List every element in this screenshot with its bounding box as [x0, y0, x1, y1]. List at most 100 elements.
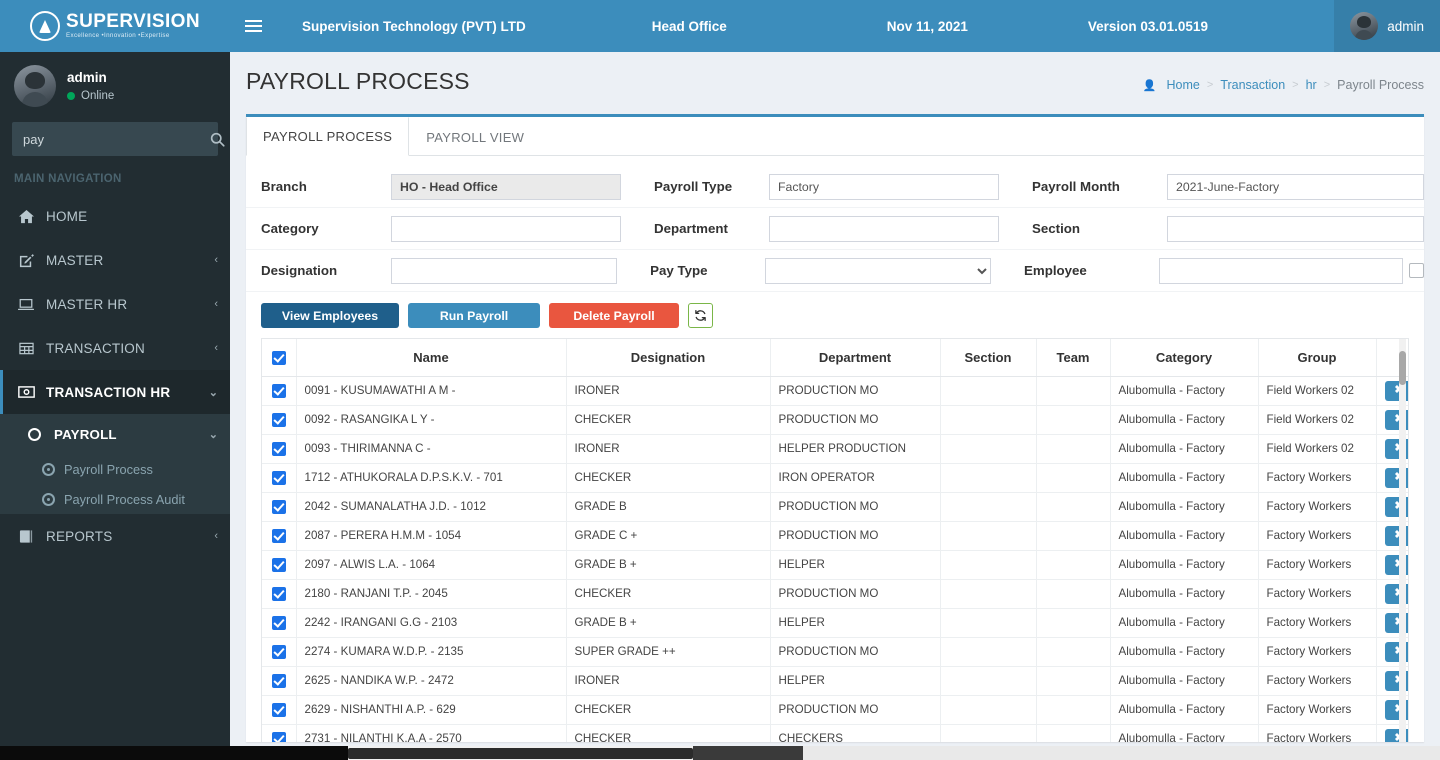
money-icon: [17, 385, 35, 399]
breadcrumb-home[interactable]: Home: [1167, 78, 1200, 92]
scrollbar-thumb[interactable]: [1399, 351, 1406, 385]
sidebar-item-reports[interactable]: REPORTS ‹: [0, 514, 230, 558]
table-row[interactable]: 1712 - ATHUKORALA D.P.S.K.V. - 701 CHECKE…: [262, 463, 1408, 493]
search-input[interactable]: [12, 131, 210, 147]
scrollbar-track-left: [0, 746, 348, 760]
filter-form: Branch HO - Head Office Payroll Type Fac…: [246, 156, 1424, 338]
table-vertical-scrollbar[interactable]: [1399, 339, 1406, 742]
cell-team: [1036, 666, 1111, 696]
row-checkbox-cell: [262, 492, 297, 522]
app-root: SUPERVISION Excellence •Innovation •Expe…: [0, 0, 1440, 760]
search-button[interactable]: [210, 122, 225, 156]
hamburger-icon[interactable]: [230, 0, 276, 52]
pay-type-select[interactable]: [765, 257, 991, 284]
table-row[interactable]: 2629 - NISHANTHI A.P. - 629 CHECKER PRODUC…: [262, 695, 1408, 725]
view-employees-button[interactable]: View Employees: [261, 303, 399, 328]
sidebar-item-payroll[interactable]: PAYROLL ⌄: [0, 414, 230, 454]
table-row[interactable]: 0093 - THIRIMANNA C - IRONER HELPER PRODUC…: [262, 434, 1408, 464]
payroll-month-field[interactable]: 2021-June-Factory: [1167, 173, 1424, 200]
row-checkbox[interactable]: [271, 731, 286, 742]
sidebar-item-payroll-process[interactable]: Payroll Process: [0, 454, 230, 484]
table-row[interactable]: 2042 - SUMANALATHA J.D. - 1012 GRADE B PRO…: [262, 492, 1408, 522]
table-row[interactable]: 0091 - KUSUMAWATHI A M - IRONER PRODUCTION…: [262, 376, 1408, 406]
cell-designation: IRONER: [566, 376, 771, 406]
row-checkbox[interactable]: [271, 586, 286, 601]
sidebar-item-transaction[interactable]: TRANSACTION ‹: [0, 326, 230, 370]
column-header-section[interactable]: Section: [940, 339, 1037, 377]
cell-department: HELPER: [770, 666, 941, 696]
employee-checkbox[interactable]: [1409, 263, 1424, 278]
sidebar-item-label: PAYROLL: [54, 426, 117, 442]
horizontal-scrollbar[interactable]: [0, 746, 1440, 760]
row-checkbox[interactable]: [271, 615, 286, 630]
brand-logo[interactable]: SUPERVISION Excellence •Innovation •Expe…: [0, 0, 230, 52]
column-header-department[interactable]: Department: [770, 339, 941, 377]
table-row[interactable]: 0092 - RASANGIKA L Y - CHECKER PRODUCTION …: [262, 405, 1408, 435]
row-checkbox-cell: [262, 550, 297, 580]
table-row[interactable]: 2242 - IRANGANI G.G - 2103 GRADE B + HELPE…: [262, 608, 1408, 638]
cell-designation: SUPER GRADE ++: [566, 637, 771, 667]
cell-name: 0093 - THIRIMANNA C -: [296, 434, 567, 464]
topbar-user-menu[interactable]: admin: [1334, 0, 1440, 52]
section-field[interactable]: [1167, 215, 1424, 242]
row-checkbox[interactable]: [271, 499, 286, 514]
row-checkbox[interactable]: [271, 644, 286, 659]
row-checkbox[interactable]: [271, 528, 286, 543]
cell-category: Alubomulla - Factory: [1110, 637, 1259, 667]
category-field[interactable]: [391, 215, 621, 242]
column-header-group[interactable]: Group: [1258, 339, 1377, 377]
cell-designation: CHECKER: [566, 405, 771, 435]
sidebar-item-home[interactable]: HOME: [0, 194, 230, 238]
cell-category: Alubomulla - Factory: [1110, 463, 1259, 493]
table-row[interactable]: 2097 - ALWIS L.A. - 1064 GRADE B + HELPER A…: [262, 550, 1408, 580]
column-header-team[interactable]: Team: [1036, 339, 1111, 377]
cell-designation: CHECKER: [566, 724, 771, 742]
breadcrumb-transaction[interactable]: Transaction: [1220, 78, 1285, 92]
department-field[interactable]: [769, 215, 999, 242]
designation-field[interactable]: [391, 257, 618, 284]
row-checkbox[interactable]: [271, 470, 286, 485]
column-header-category[interactable]: Category: [1110, 339, 1259, 377]
run-payroll-button[interactable]: Run Payroll: [408, 303, 540, 328]
employee-table-container[interactable]: Name Designation Department Section Team…: [261, 338, 1409, 742]
payroll-type-field[interactable]: Factory: [769, 173, 999, 200]
sidebar-search[interactable]: [12, 122, 225, 156]
row-checkbox[interactable]: [271, 702, 286, 717]
category-label: Category: [261, 221, 319, 236]
row-checkbox[interactable]: [271, 557, 286, 572]
table-row[interactable]: 2625 - NANDIKA W.P. - 2472 IRONER HELPER Al…: [262, 666, 1408, 696]
table-row[interactable]: 2731 - NILANTHI K.A.A - 2570 CHECKER CHECK…: [262, 724, 1408, 742]
row-checkbox-cell: [262, 695, 297, 725]
cell-name: 2242 - IRANGANI G.G - 2103: [296, 608, 567, 638]
scrollbar-thumb[interactable]: [348, 748, 693, 759]
cell-section: [940, 521, 1037, 551]
select-all-checkbox[interactable]: [271, 351, 286, 366]
tab-payroll-process[interactable]: PAYROLL PROCESS: [246, 117, 410, 156]
row-checkbox[interactable]: [271, 441, 286, 456]
table-row[interactable]: 2087 - PERERA H.M.M - 1054 GRADE C + PRODU…: [262, 521, 1408, 551]
column-header-name[interactable]: Name: [296, 339, 567, 377]
sidebar-item-master-hr[interactable]: MASTER HR ‹: [0, 282, 230, 326]
cell-section: [940, 637, 1037, 667]
row-checkbox[interactable]: [271, 412, 286, 427]
cell-section: [940, 724, 1037, 742]
breadcrumb-hr[interactable]: hr: [1306, 78, 1317, 92]
row-checkbox[interactable]: [271, 383, 286, 398]
table-header-row: Name Designation Department Section Team…: [262, 339, 1408, 377]
sidebar-item-master[interactable]: MASTER ‹: [0, 238, 230, 282]
employee-field[interactable]: [1159, 257, 1403, 284]
topbar: Supervision Technology (PVT) LTD Head Of…: [230, 0, 1440, 52]
column-header-designation[interactable]: Designation: [566, 339, 771, 377]
sidebar-item-payroll-process-audit[interactable]: Payroll Process Audit: [0, 484, 230, 514]
row-checkbox[interactable]: [271, 673, 286, 688]
tab-payroll-view[interactable]: PAYROLL VIEW: [409, 117, 541, 156]
refresh-button[interactable]: [688, 303, 713, 328]
cell-name: 2042 - SUMANALATHA J.D. - 1012: [296, 492, 567, 522]
sidebar-item-transaction-hr[interactable]: TRANSACTION HR ⌄: [0, 370, 230, 414]
circle-icon: [25, 427, 43, 441]
branch-label: Branch: [261, 179, 307, 194]
branch-field[interactable]: HO - Head Office: [391, 173, 621, 200]
table-row[interactable]: 2180 - RANJANI T.P. - 2045 CHECKER PRODUCT…: [262, 579, 1408, 609]
table-row[interactable]: 2274 - KUMARA W.D.P. - 2135 SUPER GRADE +…: [262, 637, 1408, 667]
delete-payroll-button[interactable]: Delete Payroll: [549, 303, 679, 328]
